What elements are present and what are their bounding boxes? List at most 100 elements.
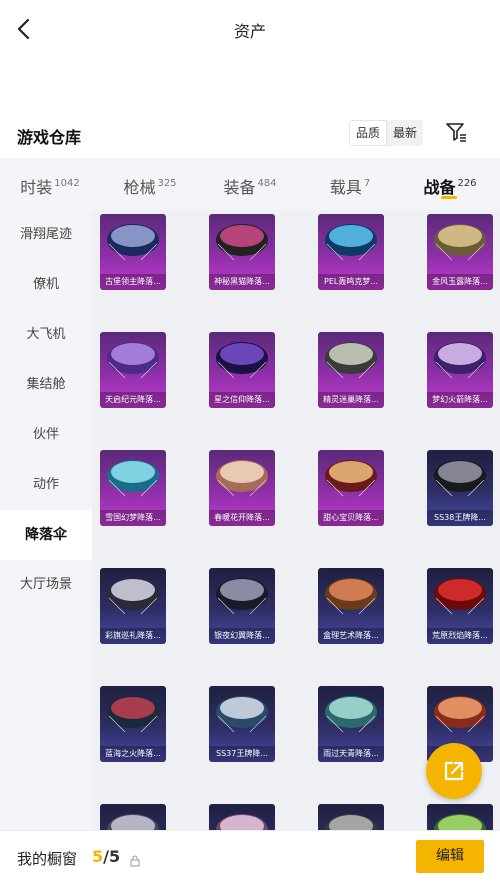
parachute-name: PEL轰鸣克梦... [318, 274, 384, 290]
parachute-name: 雨过天青降落... [318, 746, 384, 762]
parachute-thumbnail [325, 224, 377, 261]
page-title: 资产 [233, 22, 266, 41]
parachute-name: 神秘黑猫降落... [209, 274, 275, 290]
parachute-thumbnail [107, 578, 159, 615]
parachute-name: 盒理艺术降落... [318, 628, 384, 644]
parachute-thumbnail [434, 814, 486, 830]
parachute-item[interactable]: 蓝海之火降落... [100, 686, 166, 762]
parachute-thumbnail [325, 342, 377, 379]
filter-icon[interactable] [444, 120, 468, 144]
parachute-item[interactable]: 荒原烈焰降落... [427, 568, 493, 644]
showcase-count: 5/5 [92, 847, 120, 866]
subcategory-sidebar: 滑翔尾迹 僚机 大飞机 集结舱 伙伴 动作 降落伞 大厅场景 [0, 210, 92, 830]
parachute-thumbnail [107, 224, 159, 261]
parachute-name: 蓝海之火降落... [100, 746, 166, 762]
parachute-item[interactable] [209, 804, 275, 830]
parachute-thumbnail [325, 578, 377, 615]
sidebar-item-glide-trail[interactable]: 滑翔尾迹 [0, 210, 92, 260]
parachute-name: 银夜幻翼降落... [209, 628, 275, 644]
parachute-thumbnail [216, 460, 268, 497]
parachute-item[interactable]: 盒理艺术降落... [318, 568, 384, 644]
parachute-item[interactable] [318, 804, 384, 830]
sidebar-item-lobby-scene[interactable]: 大厅场景 [0, 560, 92, 610]
tab-label: 载具 [329, 178, 362, 197]
tab-equipment[interactable]: 装备 484 [200, 158, 300, 210]
sort-quality-button[interactable]: 品质 [349, 120, 388, 146]
share-button[interactable] [426, 743, 482, 799]
tab-count: 484 [257, 178, 277, 189]
parachute-item[interactable]: 梦幻火箭降落... [427, 332, 493, 408]
parachute-thumbnail [107, 460, 159, 497]
parachute-name: 金风玉露降落... [427, 274, 493, 290]
parachute-thumbnail [216, 696, 268, 733]
parachute-item[interactable]: 星之信仰降落... [209, 332, 275, 408]
sidebar-item-big-plane[interactable]: 大飞机 [0, 310, 92, 360]
tab-label: 战备 [423, 178, 456, 197]
parachute-item[interactable]: 古堡领主降落... [100, 214, 166, 290]
showcase-used: 5 [92, 847, 104, 866]
parachute-thumbnail [216, 814, 268, 830]
parachute-item[interactable]: 神秘黑猫降落... [209, 214, 275, 290]
parachute-thumbnail [216, 578, 268, 615]
parachute-grid: 古堡领主降落... 神秘黑猫降落... PEL轰鸣克梦... 金风玉露降落... 天启纪… [92, 210, 500, 830]
edit-button[interactable]: 编辑 [416, 840, 484, 873]
tab-firearms[interactable]: 枪械 325 [100, 158, 200, 210]
lock-icon [130, 852, 140, 867]
parachute-item[interactable]: 精灵迷巢降落... [318, 332, 384, 408]
parachute-name: 彩旗巡礼降落... [100, 628, 166, 644]
parachute-item[interactable]: 金风玉露降落... [427, 214, 493, 290]
parachute-name: 春暖花开降落... [209, 510, 275, 526]
parachute-item[interactable]: SS37王牌降... [209, 686, 275, 762]
parachute-thumbnail [325, 696, 377, 733]
parachute-thumbnail [434, 460, 486, 497]
parachute-thumbnail [434, 342, 486, 379]
parachute-item[interactable]: 雨过天青降落... [318, 686, 384, 762]
parachute-thumbnail [325, 460, 377, 497]
parachute-name: 甜心宝贝降落... [318, 510, 384, 526]
parachute-item[interactable]: 甜心宝贝降落... [318, 450, 384, 526]
parachute-name: 天启纪元降落... [100, 392, 166, 408]
tab-vehicles[interactable]: 载具 7 [300, 158, 400, 210]
showcase-label: 我的橱窗 [17, 850, 78, 868]
parachute-item[interactable] [427, 804, 493, 830]
parachute-thumbnail [434, 696, 486, 733]
parachute-item[interactable]: 彩旗巡礼降落... [100, 568, 166, 644]
active-tab-indicator [441, 196, 457, 199]
parachute-item[interactable]: PEL轰鸣克梦... [318, 214, 384, 290]
top-bar: 资产 [0, 0, 500, 58]
parachute-thumbnail [107, 814, 159, 830]
warehouse-title: 游戏仓库 [17, 128, 82, 147]
parachute-name: 星之信仰降落... [209, 392, 275, 408]
tab-label: 装备 [223, 178, 256, 197]
tab-label: 枪械 [123, 178, 156, 197]
tab-count: 325 [157, 178, 177, 189]
sort-newest-button[interactable]: 最新 [387, 120, 424, 146]
share-icon [444, 761, 464, 781]
sidebar-item-emote[interactable]: 动作 [0, 460, 92, 510]
parachute-item[interactable]: 雪国幻梦降落... [100, 450, 166, 526]
parachute-item[interactable]: 银夜幻翼降落... [209, 568, 275, 644]
parachute-thumbnail [107, 696, 159, 733]
parachute-item[interactable]: 春暖花开降落... [209, 450, 275, 526]
sidebar-item-parachute[interactable]: 降落伞 [0, 510, 92, 560]
parachute-thumbnail [325, 814, 377, 830]
parachute-item[interactable] [100, 804, 166, 830]
showcase-bar: 我的橱窗 5/5 编辑 [0, 830, 500, 885]
parachute-name: 精灵迷巢降落... [318, 392, 384, 408]
tab-count: 226 [457, 178, 477, 189]
tab-combat-gear[interactable]: 战备 226 [400, 158, 500, 210]
sidebar-item-rally-pod[interactable]: 集结舱 [0, 360, 92, 410]
parachute-thumbnail [107, 342, 159, 379]
tab-fashion[interactable]: 时装 1042 [0, 158, 100, 210]
sidebar-item-wingman[interactable]: 僚机 [0, 260, 92, 310]
tab-count: 1042 [54, 178, 80, 189]
showcase-total: /5 [103, 847, 121, 866]
tab-label: 时装 [20, 178, 53, 197]
sort-toggle: 品质 最新 [349, 120, 424, 146]
parachute-thumbnail [216, 342, 268, 379]
parachute-item[interactable]: SS38王牌降... [427, 450, 493, 526]
parachute-item[interactable]: 天启纪元降落... [100, 332, 166, 408]
sidebar-item-companion[interactable]: 伙伴 [0, 410, 92, 460]
parachute-name: 古堡领主降落... [100, 274, 166, 290]
parachute-name: SS37王牌降... [209, 746, 275, 762]
